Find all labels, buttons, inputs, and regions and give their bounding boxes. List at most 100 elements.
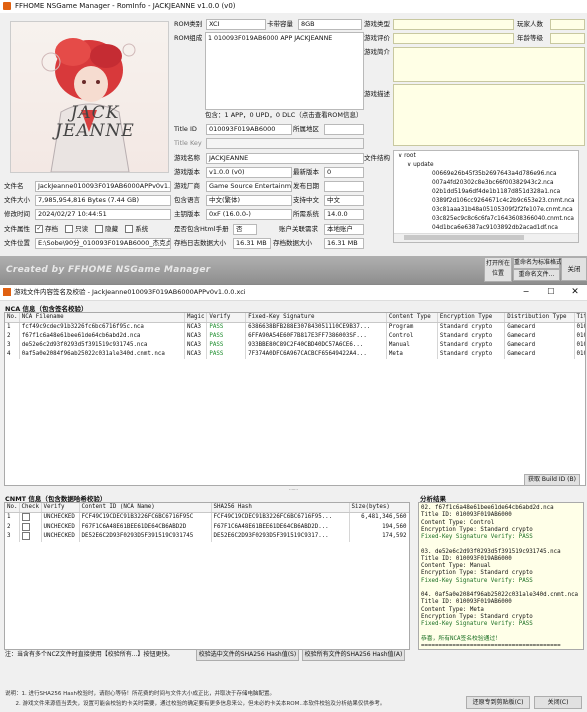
row-checkbox[interactable] xyxy=(19,522,42,532)
expand-icon[interactable]: ∨ xyxy=(407,162,411,168)
file-tree-node[interactable]: 02b1dd519a6df4de1b1187d851d328a1.nca xyxy=(432,188,560,196)
cell: 010 xyxy=(574,350,585,359)
players-field xyxy=(550,19,585,30)
table-row[interactable]: 3 de52e6c2d93f0293d5f391519c931745.nca N… xyxy=(5,341,585,350)
game-type-field xyxy=(393,19,514,30)
column-header[interactable]: SHA256 Hash xyxy=(211,503,350,513)
cell: 1 xyxy=(5,512,20,523)
column-header[interactable]: Encryption Type xyxy=(437,313,506,323)
verify-selected-button[interactable]: 校验选中文件的SHA256 Hash值(S) xyxy=(196,649,299,661)
latest-version-label: 最新版本 xyxy=(293,168,319,176)
file-tree-node[interactable]: 04d1bca6e6387ac9103892db2acad1df.nca xyxy=(432,224,558,232)
verify-window-title: 游戏文件内容签名及校验 - JackJeanne010093F019AB6000… xyxy=(14,288,246,296)
file-tree-node[interactable]: ∨ root xyxy=(398,152,416,160)
analysis-line: 03. de52e6c2d93f0293d5f391519c931745.nca xyxy=(421,548,561,555)
file-tree-node[interactable]: ∨ update xyxy=(407,161,434,169)
cell: F67F1C6A48E61BEE61DE64CB6ABD2D xyxy=(79,522,212,532)
column-header[interactable]: Content ID (NCA Name) xyxy=(79,503,212,513)
attr-hidden-checkbox[interactable]: 隐藏 xyxy=(95,225,118,233)
file-tree[interactable]: ∨ root ∨ update 00669e26b45f35b2697643a4… xyxy=(393,150,579,243)
cell: 3 xyxy=(5,341,20,350)
game-rating-field xyxy=(393,33,514,44)
verify-all-button[interactable]: 校验所有文件的SHA256 Hash值(A) xyxy=(302,649,405,661)
tree-scrollbar[interactable] xyxy=(394,233,578,242)
title-key-label: Title Key xyxy=(174,139,202,147)
content-summary-link[interactable]: 包含：1 APP，0 UPD，0 DLC（点击查看ROM信息） xyxy=(205,111,362,120)
cell: Standard crypto xyxy=(437,350,506,359)
file-attr-group: 存档 只读 隐藏 系统 xyxy=(35,224,170,234)
row-checkbox[interactable] xyxy=(19,532,42,542)
analysis-panel[interactable]: 02. f67f1c6a48e61bee61de64cb6abd2d.nca Ti… xyxy=(418,502,584,650)
max-storage-field: 16.31 MB xyxy=(324,238,364,249)
row-checkbox[interactable] xyxy=(19,512,42,523)
verify-close-button[interactable]: 关闭(C) xyxy=(534,696,582,709)
column-header[interactable]: Distribution Type xyxy=(504,313,575,323)
column-header[interactable]: Verify xyxy=(41,503,80,513)
region-label: 所属地区 xyxy=(293,125,319,133)
file-tree-node[interactable]: 00669e26b45f35b2697643a4d786e96.nca xyxy=(432,170,557,178)
table-row[interactable]: 1 fcf49c9cdec91b3226fc6bc6716f95c.nca NC… xyxy=(5,322,585,332)
modified-field: 2024/02/27 10:44:51 xyxy=(35,209,171,220)
column-header[interactable]: No. xyxy=(5,503,20,513)
note-text: 注：当含有多个NCZ文件时直接使用【校验所有...】按钮更快。 xyxy=(5,651,174,658)
column-header[interactable]: Tit xyxy=(574,313,585,323)
file-tree-node[interactable]: 03c825ec9c8c6c6fa7c1643608366040.cnmt.nc… xyxy=(432,215,574,223)
column-header[interactable]: Check xyxy=(19,503,42,513)
firmware-label: 所需系统 xyxy=(293,210,319,218)
analysis-line: Content Type: Control xyxy=(421,519,495,526)
analysis-line: Title ID: 010093F019AB6000 xyxy=(421,555,512,562)
title-id-label: Title ID xyxy=(174,125,197,133)
file-tree-node[interactable]: 0389f2d106cc9264671c4c2b9c653e23.cnmt.nc… xyxy=(432,197,575,205)
column-header[interactable]: No. xyxy=(5,313,20,323)
analysis-line: Encryption Type: Standard crypto xyxy=(421,570,533,577)
file-tree-node[interactable]: 007a4fd20302c8e3bc66f00382943c2.nca xyxy=(432,179,554,187)
account-req-label: 账户关联需求 xyxy=(279,225,318,233)
attr-readonly-checkbox[interactable]: 只读 xyxy=(65,225,88,233)
rom-composition-row[interactable]: 1 010093F019AB6000 APP JACKJEANNE xyxy=(208,35,332,43)
rename-standard-button[interactable]: 重命名为标准格式 xyxy=(513,257,562,269)
cell: 174,592 xyxy=(349,532,409,542)
column-header[interactable]: Content Type xyxy=(386,313,438,323)
table-row[interactable]: 4 0af5a0e2084f96ab25022c031ale340d.cnmt.… xyxy=(5,350,585,359)
close-icon[interactable]: ✕ xyxy=(569,286,581,298)
column-header[interactable]: Magic xyxy=(184,313,208,323)
maximize-icon[interactable]: ☐ xyxy=(545,286,557,298)
table-row[interactable]: 3 UNCHECKED DE52E6C2D93F0293D5F391519C93… xyxy=(5,532,409,542)
column-header[interactable]: Fixed-Key Signature xyxy=(245,313,387,323)
attr-system-checkbox[interactable]: 系统 xyxy=(125,225,148,233)
game-intro-label: 游戏简介 xyxy=(364,48,390,56)
publisher-field: Game Source Entertainment xyxy=(206,181,292,192)
cell: Program xyxy=(386,322,438,332)
column-header[interactable]: Size(bytes) xyxy=(349,503,409,513)
support-lang-field: 中文 xyxy=(324,195,364,206)
tree-scroll-thumb[interactable] xyxy=(404,235,524,240)
minimize-icon[interactable]: − xyxy=(520,286,532,298)
table-row[interactable]: 2 f67f1c6a48e61bee61de64cb6abd2d.nca NCA… xyxy=(5,332,585,341)
table-row[interactable]: 2 UNCHECKED F67F1C6A48E61BEE61DE64CB6ABD… xyxy=(5,522,409,532)
get-build-id-button[interactable]: 获取 Build ID (B) xyxy=(524,474,580,486)
cell: FCF49C19CDEC91B3226FC6BC6716F95C xyxy=(79,512,212,523)
firmware-field: 14.0.0 xyxy=(324,209,364,220)
cell: 7F374A0DFC6A967CACBCF65649422A4... xyxy=(245,350,387,359)
expand-icon[interactable]: ∨ xyxy=(398,153,402,159)
file-tree-node[interactable]: 03c81aaa31b48a05105309f2f2fe107e.cnmt.nc… xyxy=(432,206,573,214)
cell: 6,481,346,560 xyxy=(349,512,409,523)
splitter-handle[interactable]: ······· xyxy=(0,488,587,492)
close-button[interactable]: 关闭 xyxy=(561,257,587,281)
column-header[interactable]: Verify xyxy=(206,313,247,323)
cell: Control xyxy=(386,332,438,341)
support-lang-label: 支持中文 xyxy=(293,196,319,204)
pass-status: PASS xyxy=(206,322,247,332)
open-location-button[interactable]: 打开所在位置 xyxy=(484,257,512,282)
nca-table-frame: No. NCA Filename Magic Verify Fixed-Key … xyxy=(4,312,586,486)
column-header[interactable]: NCA Filename xyxy=(19,313,185,323)
analysis-line: ======================================== xyxy=(421,642,561,649)
cell: DE52E6C2D93F0293D5F391519C9317... xyxy=(211,532,350,542)
rename-file-button[interactable]: 重命名文件... xyxy=(513,269,560,281)
master-key-label: 主钥版本 xyxy=(174,210,200,218)
table-row[interactable]: 1 UNCHECKED FCF49C19CDEC91B3226FC6BC6716… xyxy=(5,512,409,523)
attr-archive-checkbox[interactable]: 存档 xyxy=(35,225,58,233)
copy-to-clipboard-button[interactable]: 还原专到剪贴板(C) xyxy=(466,696,530,709)
cell: NCA3 xyxy=(184,350,208,359)
nca-header-row: No. NCA Filename Magic Verify Fixed-Key … xyxy=(5,313,585,323)
